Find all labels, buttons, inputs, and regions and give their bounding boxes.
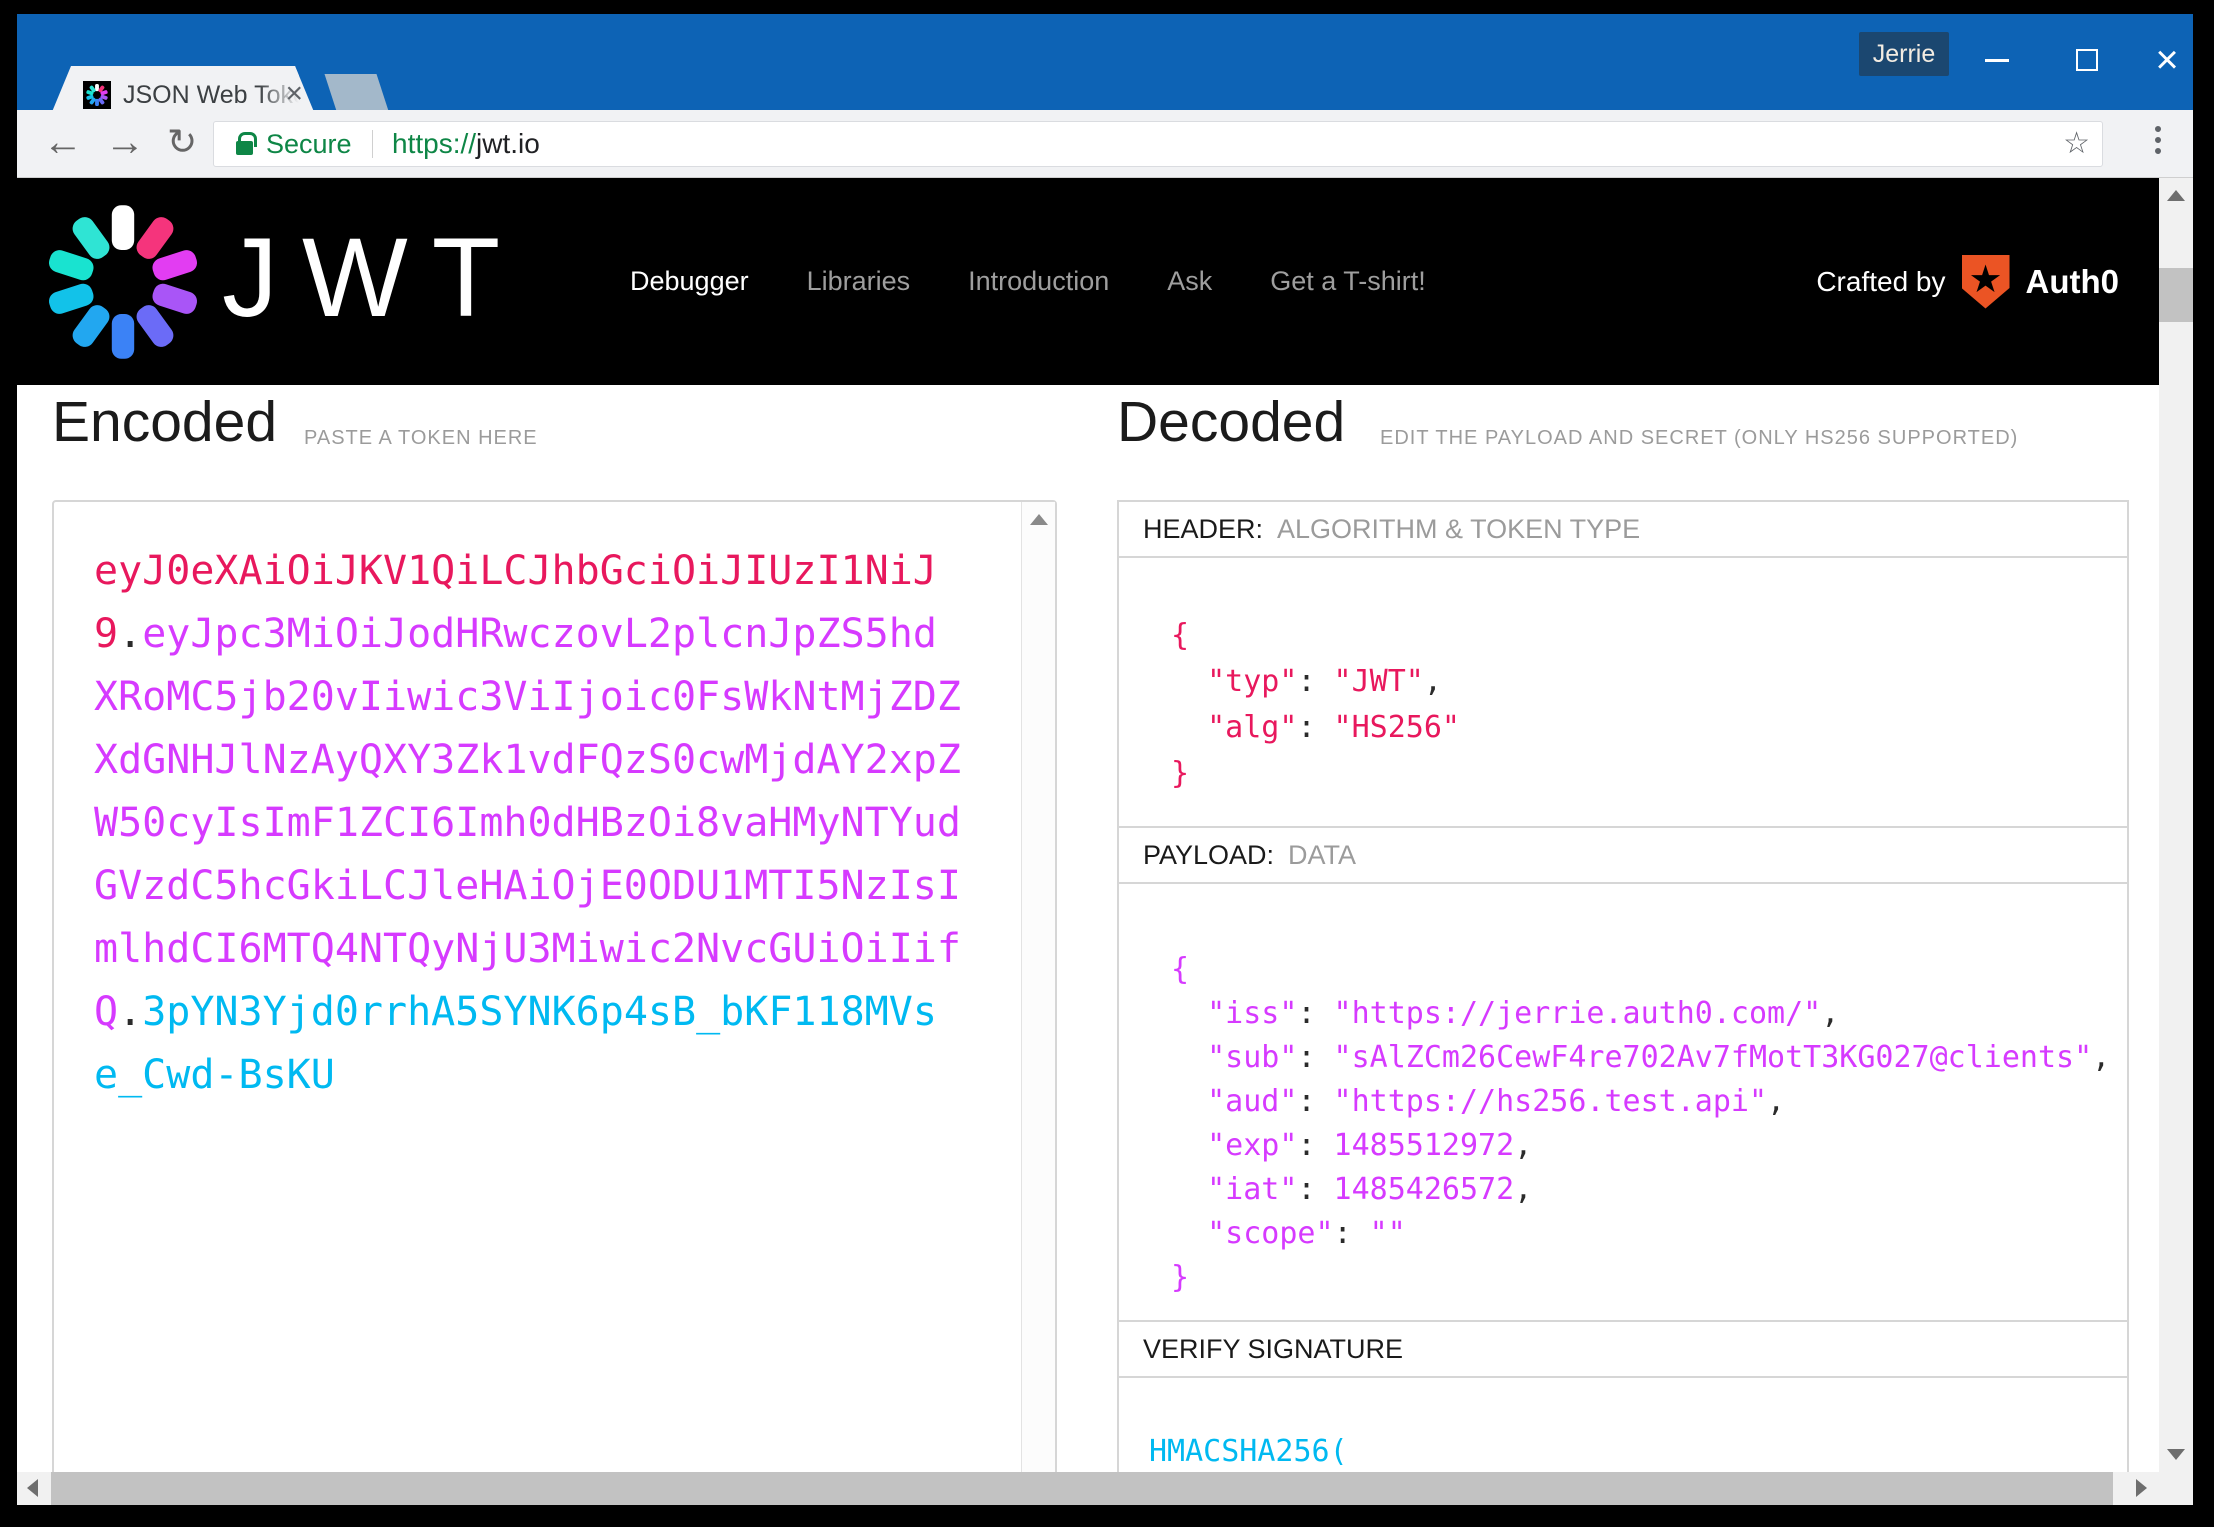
encoded-title: Encoded (52, 390, 278, 454)
crafted-by-label: Crafted by (1816, 265, 1946, 297)
verify-signature-label: VERIFY SIGNATURE (1117, 1320, 2129, 1378)
vertical-scrollbar[interactable] (2159, 178, 2193, 1472)
payload-label: PAYLOAD: (1143, 839, 1275, 870)
back-button[interactable]: ← (43, 110, 83, 178)
forward-button[interactable]: → (105, 110, 145, 178)
page-content: Encoded PASTE A TOKEN HERE Decoded EDIT … (17, 385, 2159, 1472)
decoded-subtitle: EDIT THE PAYLOAD AND SECRET (ONLY HS256 … (1380, 427, 2019, 449)
jwt-logo-icon[interactable] (43, 202, 203, 367)
payload-sublabel: DATA (1288, 839, 1357, 870)
site-header: JWT Debugger Libraries Introduction Ask … (17, 178, 2159, 385)
address-bar[interactable]: Secure https://jwt.io ☆ (213, 121, 2103, 167)
crafted-by[interactable]: Crafted by ★ Auth0 (1816, 178, 2119, 385)
auth0-brand-name: Auth0 (2025, 262, 2120, 300)
scrollbar-up-icon[interactable] (2167, 190, 2185, 201)
secure-label[interactable]: Secure (266, 122, 352, 166)
minimize-icon (1985, 58, 2009, 62)
payload-section-label: PAYLOAD: DATA (1117, 826, 2129, 884)
title-bar: JSON Web Tokens - jwt.io × Jerrie × (17, 14, 2193, 124)
url-text[interactable]: https://jwt.io (392, 122, 540, 166)
auth0-shield-icon: ★ (1961, 254, 2010, 309)
encoded-subtitle: PASTE A TOKEN HERE (304, 427, 538, 449)
nav-item-introduction[interactable]: Introduction (968, 266, 1109, 297)
nav-item-debugger[interactable]: Debugger (630, 266, 749, 297)
jwt-starburst-icon (86, 83, 108, 107)
vertical-scrollbar-thumb[interactable] (2159, 268, 2193, 322)
header-json-editor[interactable]: { "typ": "JWT", "alg": "HS256"} (1117, 556, 2129, 828)
encoded-token-text[interactable]: eyJ0eXAiOiJKV1QiLCJhbGciOiJIUzI1NiJ9.eyJ… (94, 540, 961, 1107)
token-box-scrollbar[interactable] (1021, 502, 1055, 1472)
decoded-title: Decoded (1117, 390, 1346, 454)
nav-item-ask[interactable]: Ask (1167, 266, 1212, 297)
header-label: HEADER: (1143, 513, 1264, 544)
bookmark-star-icon[interactable]: ☆ (2063, 122, 2090, 166)
url-divider (372, 130, 373, 158)
verify-signature-editor[interactable]: HMACSHA256( (1117, 1376, 2129, 1472)
scrollbar-right-icon[interactable] (2136, 1479, 2147, 1497)
jwt-logotype[interactable]: JWT (222, 222, 524, 334)
reload-button[interactable]: ↻ (167, 110, 197, 178)
jwt-favicon-icon (83, 81, 111, 109)
nav-item-libraries[interactable]: Libraries (807, 266, 911, 297)
browser-menu-icon[interactable] (2155, 126, 2163, 159)
nav-item-tshirt[interactable]: Get a T-shirt! (1270, 266, 1426, 297)
scrollbar-down-icon[interactable] (2167, 1449, 2185, 1460)
minimize-button[interactable] (1952, 28, 2042, 92)
scrollbar-left-icon[interactable] (27, 1479, 38, 1497)
header-sublabel: ALGORITHM & TOKEN TYPE (1277, 513, 1641, 544)
encoded-token-box[interactable]: eyJ0eXAiOiJKV1QiLCJhbGciOiJIUzI1NiJ9.eyJ… (52, 500, 1057, 1472)
horizontal-scrollbar-thumb[interactable] (51, 1472, 2113, 1505)
payload-json-editor[interactable]: { "iss": "https://jerrie.auth0.com/", "s… (1117, 882, 2129, 1322)
url-host: jwt.io (476, 128, 540, 159)
scroll-up-icon[interactable] (1029, 514, 1048, 525)
header-section-label: HEADER: ALGORITHM & TOKEN TYPE (1117, 500, 2129, 558)
secure-lock-icon (236, 132, 257, 155)
maximize-button[interactable] (2042, 28, 2132, 92)
url-scheme: https:// (392, 128, 477, 159)
browser-toolbar: ← → ↻ Secure https://jwt.io ☆ (17, 110, 2193, 178)
profile-button[interactable]: Jerrie (1859, 32, 1949, 76)
verify-label: VERIFY SIGNATURE (1143, 1333, 1404, 1364)
close-button[interactable]: × (2122, 28, 2212, 92)
horizontal-scrollbar[interactable] (17, 1472, 2193, 1505)
main-nav: Debugger Libraries Introduction Ask Get … (630, 178, 1426, 385)
close-icon: × (2155, 38, 2179, 82)
browser-window: JSON Web Tokens - jwt.io × Jerrie × ← → … (0, 0, 2214, 1527)
maximize-icon (2076, 49, 2098, 71)
new-tab-button[interactable] (324, 74, 390, 114)
